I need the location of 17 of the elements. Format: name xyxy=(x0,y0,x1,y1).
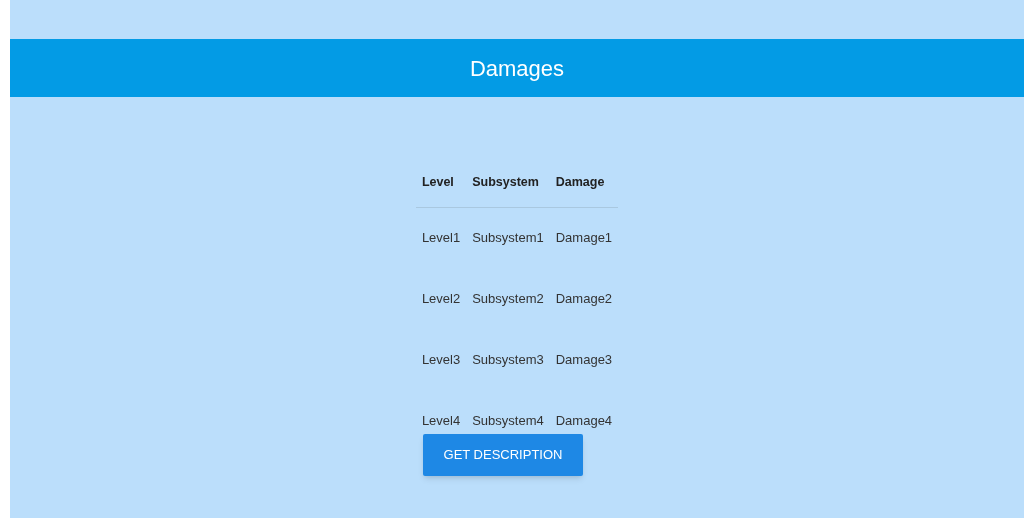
table-cell-text: Subsystem2 xyxy=(471,289,545,308)
table-cell-text: Damage3 xyxy=(554,350,614,369)
table-cell: Level1 xyxy=(415,207,467,268)
table-cell: Subsystem1 xyxy=(466,207,550,268)
column-header: Level xyxy=(415,159,467,207)
table-cell: Damage1 xyxy=(549,207,619,268)
table-cell-text: Subsystem4 xyxy=(471,411,545,430)
column-header: Damage xyxy=(549,159,619,207)
table-cell-text: Damage2 xyxy=(554,289,614,308)
column-header: Subsystem xyxy=(466,159,550,207)
table-cell-text: Level3 xyxy=(420,350,462,369)
table-cell-text: Level2 xyxy=(420,289,462,308)
page-title: Damages xyxy=(469,54,565,83)
table-cell-text: Subsystem3 xyxy=(471,350,545,369)
table-cell-text: Damage4 xyxy=(554,411,614,430)
get-description-button[interactable]: GET DESCRIPTION xyxy=(423,434,583,476)
table-cell-text: Level4 xyxy=(420,411,462,430)
